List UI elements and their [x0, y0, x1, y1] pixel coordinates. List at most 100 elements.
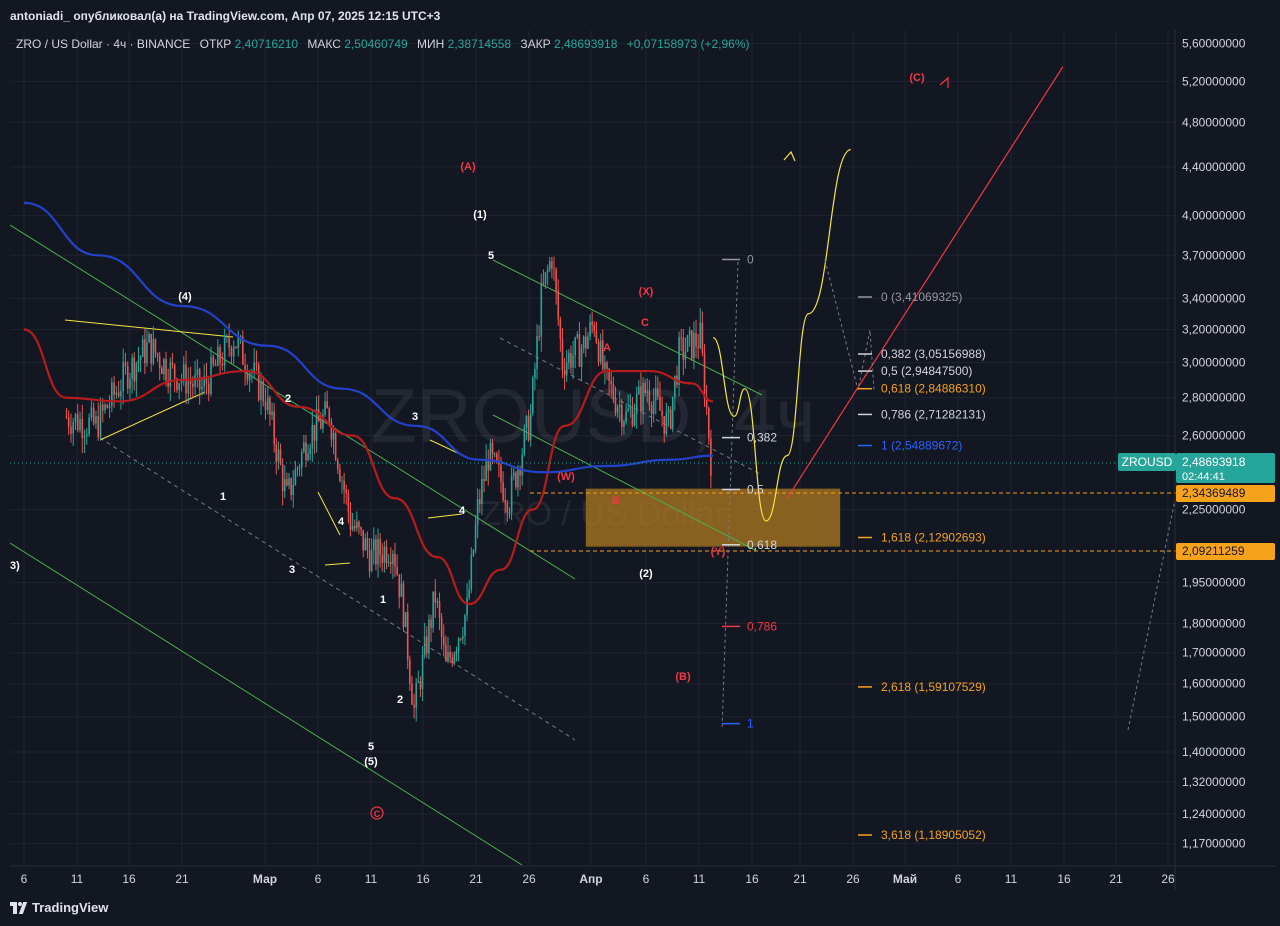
candle-body	[536, 336, 538, 369]
candle-body	[353, 526, 356, 529]
candle-body	[381, 555, 384, 563]
candle-body	[171, 362, 174, 365]
candle-body	[373, 539, 375, 550]
candle-body	[417, 681, 420, 683]
wave-label: 2	[397, 694, 403, 706]
candle-body	[115, 392, 118, 395]
candle-body	[271, 411, 273, 415]
candle-body	[578, 334, 581, 367]
candle-body	[394, 553, 396, 568]
candle-body	[277, 449, 280, 462]
candle-body	[148, 334, 150, 343]
wave-label: 3	[412, 411, 418, 423]
candle-body	[442, 636, 445, 645]
top-bar: antoniadi_ опубликовал(а) на TradingView…	[0, 0, 1280, 30]
retrace-level-label: 0	[747, 252, 754, 266]
candle-body	[627, 408, 629, 411]
candle-body	[504, 500, 507, 504]
candle-body	[385, 546, 388, 564]
target-zone	[585, 488, 841, 547]
candle-body	[629, 406, 632, 409]
candle-body	[288, 478, 290, 486]
candle-body	[383, 546, 386, 563]
candle-body	[695, 332, 697, 347]
candle-body	[432, 591, 434, 628]
candle-body	[421, 655, 424, 690]
candle-body	[226, 336, 228, 338]
candle-body	[468, 589, 470, 598]
candle-body	[402, 583, 405, 628]
candle-body	[625, 410, 627, 422]
candle-body	[680, 337, 682, 339]
candle-body	[502, 482, 504, 501]
candle-body	[135, 363, 138, 382]
candle-body	[349, 511, 352, 530]
candle-body	[330, 421, 333, 440]
candle-body	[481, 479, 483, 504]
candle-body	[228, 336, 230, 348]
candle-body	[654, 388, 657, 401]
candle-body	[663, 416, 666, 434]
candle-body	[113, 382, 115, 395]
wave-label: 5	[488, 250, 494, 262]
candle-body	[434, 591, 437, 603]
fib-level-label: 0 (3,41069325)	[881, 290, 962, 304]
candle-body	[659, 396, 661, 411]
candle-body	[392, 553, 394, 565]
candle-body	[283, 479, 286, 492]
candle-body	[120, 391, 122, 397]
price-chart[interactable]: ZROUSD, 4ч ZRO / US Dollar 0 (3,4	[9, 30, 1275, 890]
wave-label: (1)	[473, 209, 487, 221]
candle-body	[631, 406, 634, 426]
level-value-2: 2,09211259	[1182, 544, 1245, 558]
bar-countdown: 02:44:41	[1182, 471, 1225, 483]
candle-body	[294, 469, 297, 485]
time-tick: Май	[893, 872, 917, 886]
candle-body	[305, 442, 307, 461]
time-tick: 6	[21, 872, 28, 886]
symbol-legend[interactable]: ZRO / US Dollar · 4ч · BINANCE ОТКР 2,40…	[16, 37, 750, 51]
candle-body	[635, 394, 638, 414]
fib-level-label: 3,618 (1,18905052)	[881, 828, 986, 842]
candle-body	[343, 480, 345, 490]
candle-body	[527, 416, 530, 441]
candle-body	[364, 538, 367, 551]
candle-body	[139, 356, 142, 360]
tradingview-logo[interactable]: TradingView	[10, 900, 108, 915]
candle-body	[474, 524, 477, 551]
candle-body	[699, 322, 702, 348]
candle-body	[398, 574, 401, 597]
candle-body	[290, 478, 292, 495]
candle-body	[104, 404, 106, 411]
candle-body	[534, 368, 536, 378]
candle-body	[623, 421, 625, 427]
candle-body	[307, 453, 309, 461]
candle-body	[311, 424, 314, 449]
chart-area[interactable]: ZROUSD, 4ч ZRO / US Dollar 0 (3,4	[9, 30, 1275, 890]
candle-body	[544, 272, 547, 284]
wave-label: 4	[338, 516, 345, 528]
time-tick: 11	[1005, 872, 1018, 886]
candle-body	[557, 291, 560, 320]
candle-body	[362, 529, 364, 551]
time-tick: Мар	[253, 872, 277, 886]
candle-body	[326, 401, 328, 409]
candle-body	[81, 418, 84, 439]
fib-level-label: 0,786 (2,71282131)	[881, 407, 986, 421]
candle-body	[332, 433, 335, 440]
level-value-1: 2,34369489	[1182, 486, 1246, 500]
candle-body	[207, 383, 210, 395]
current-symbol: ZROUSD	[1122, 455, 1173, 469]
legend-low-label: МИН	[417, 37, 444, 51]
wave-label: (W)	[557, 471, 575, 483]
candle-body	[621, 404, 623, 427]
time-tick: 6	[643, 872, 650, 886]
candle-body	[561, 338, 564, 370]
candle-body	[646, 391, 649, 393]
candle-body	[540, 283, 543, 337]
candle-body	[589, 321, 591, 337]
candle-body	[604, 362, 606, 370]
candle-body	[300, 451, 303, 468]
candle-body	[650, 405, 653, 414]
candle-body	[457, 638, 460, 651]
